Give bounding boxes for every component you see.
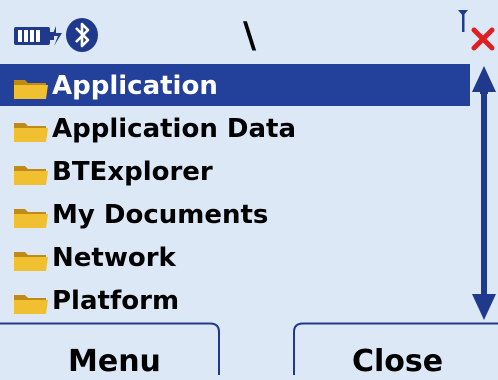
softkey-bar: Menu Close xyxy=(0,322,498,379)
file-list: Application Application Data BTExplorer … xyxy=(0,64,470,322)
bluetooth-icon xyxy=(66,18,98,52)
folder-icon xyxy=(14,209,48,228)
list-item-network[interactable]: Network xyxy=(0,236,470,278)
folder-icon xyxy=(14,123,48,142)
scroll-down-arrow-icon[interactable] xyxy=(472,294,496,320)
signal-off-icon xyxy=(458,10,495,51)
list-item-label: My Documents xyxy=(52,200,269,230)
list-item-label: Application xyxy=(52,71,218,101)
list-item-label: Network xyxy=(52,243,176,273)
list-item-platform[interactable]: Platform xyxy=(0,279,470,321)
status-bar: \ xyxy=(0,0,498,64)
folder-icon xyxy=(14,80,48,99)
list-item-application-data[interactable]: Application Data xyxy=(0,107,470,149)
current-path: \ xyxy=(243,15,257,56)
scrollbar[interactable] xyxy=(470,64,498,322)
list-item-label: BTExplorer xyxy=(52,157,213,187)
scroll-up-arrow-icon[interactable] xyxy=(472,66,496,94)
list-item-my-documents[interactable]: My Documents xyxy=(0,193,470,235)
list-item-application[interactable]: Application xyxy=(0,64,470,106)
folder-icon xyxy=(14,295,48,314)
list-item-btexplorer[interactable]: BTExplorer xyxy=(0,150,470,192)
folder-icon xyxy=(14,252,48,271)
list-item-label: Platform xyxy=(52,286,180,316)
folder-icon xyxy=(14,166,48,185)
list-item-label: Application Data xyxy=(52,114,296,144)
scroll-track[interactable] xyxy=(481,92,487,296)
battery-icon xyxy=(14,26,62,46)
